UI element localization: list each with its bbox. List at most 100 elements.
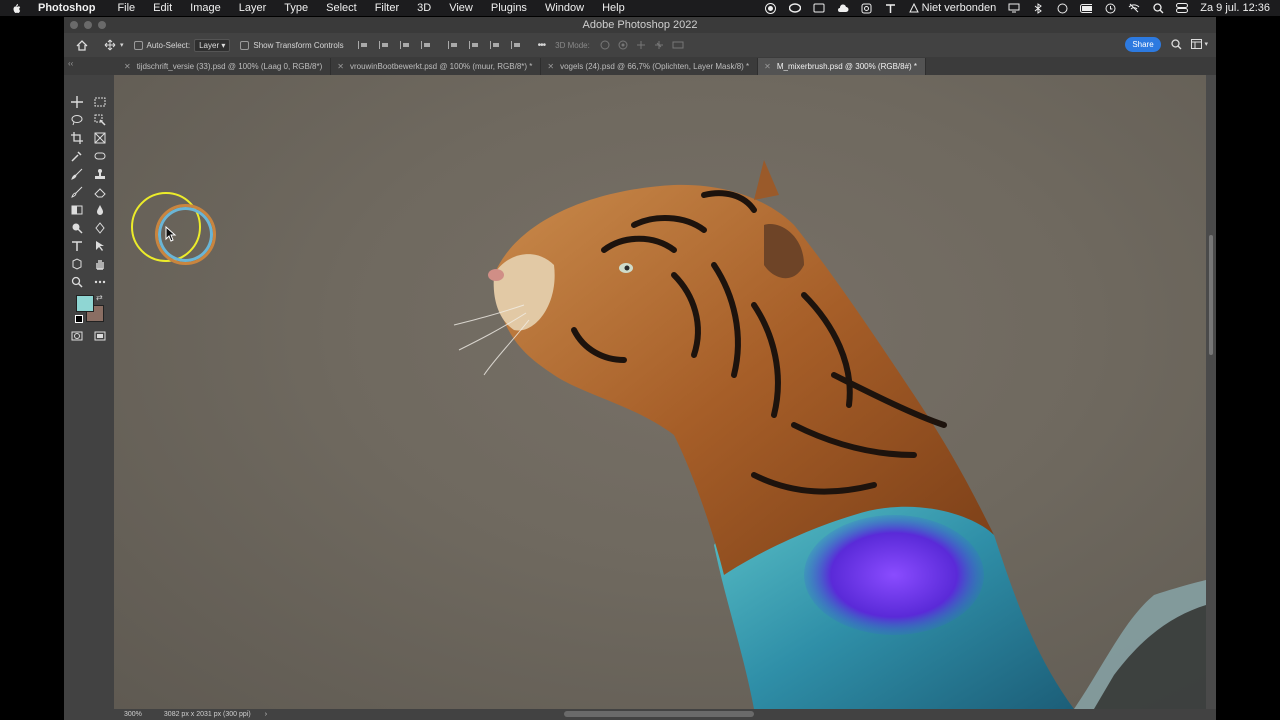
- tab-vogels[interactable]: ✕ vogels (24).psd @ 66,7% (Oplichten, La…: [541, 58, 759, 75]
- wifi-off-icon[interactable]: [1128, 2, 1140, 14]
- blur-tool-icon[interactable]: [93, 203, 107, 217]
- 3d-roll-icon[interactable]: [618, 40, 628, 50]
- 3d-camera-icon[interactable]: [672, 40, 684, 50]
- minimize-window-button[interactable]: [84, 21, 92, 29]
- lasso-tool-icon[interactable]: [70, 113, 84, 127]
- align-left-icon[interactable]: [357, 41, 369, 49]
- battery-icon[interactable]: [1080, 2, 1093, 14]
- workspace-icon: [1191, 39, 1203, 49]
- zoom-window-button[interactable]: [98, 21, 106, 29]
- distribute-vertical-icon[interactable]: [510, 41, 522, 49]
- horizontal-scrollbar[interactable]: [564, 711, 754, 717]
- 3d-slide-icon[interactable]: [654, 40, 664, 50]
- screen-mode-icon[interactable]: [93, 329, 107, 343]
- history-brush-tool-icon[interactable]: [70, 185, 84, 199]
- 3d-pan-icon[interactable]: [636, 40, 646, 50]
- menu-select[interactable]: Select: [326, 2, 357, 14]
- eyedropper-tool-icon[interactable]: [70, 149, 84, 163]
- auto-select-dropdown[interactable]: Layer ▾: [194, 38, 231, 52]
- path-selection-tool-icon[interactable]: [93, 239, 107, 253]
- align-top-icon[interactable]: [447, 41, 459, 49]
- more-options-button[interactable]: •••: [538, 40, 546, 51]
- marquee-tool-icon[interactable]: [93, 95, 107, 109]
- menubar-clock[interactable]: Za 9 jul. 12:36: [1200, 2, 1270, 14]
- creative-cloud-icon[interactable]: [788, 2, 801, 14]
- gradient-tool-icon[interactable]: [70, 203, 84, 217]
- menu-3d[interactable]: 3D: [417, 2, 431, 14]
- menu-layer[interactable]: Layer: [239, 2, 267, 14]
- hand-tool-icon[interactable]: [93, 257, 107, 271]
- type-tool-icon[interactable]: [885, 2, 897, 14]
- shape-tool-icon[interactable]: [70, 257, 84, 271]
- camera-icon[interactable]: [861, 2, 873, 14]
- document-canvas[interactable]: [114, 75, 1206, 709]
- distribute-icon[interactable]: [420, 41, 432, 49]
- menu-help[interactable]: Help: [602, 2, 625, 14]
- search-icon[interactable]: [1171, 39, 1182, 52]
- window-titlebar: Adobe Photoshop 2022: [64, 17, 1216, 33]
- zoom-level[interactable]: 300%: [124, 711, 142, 718]
- brush-tool-icon[interactable]: [70, 167, 84, 181]
- info-icon[interactable]: [1056, 2, 1068, 14]
- record-icon[interactable]: [765, 2, 777, 14]
- time-machine-icon[interactable]: [1104, 2, 1116, 14]
- tab-mixerbrush[interactable]: ✕ M_mixerbrush.psd @ 300% (RGB/8#) *: [758, 58, 927, 75]
- collapse-panel-icon[interactable]: ‹‹: [64, 58, 118, 75]
- close-tab-icon[interactable]: ✕: [337, 58, 344, 75]
- move-tool-preset[interactable]: ▾: [104, 39, 124, 51]
- close-tab-icon[interactable]: ✕: [764, 58, 771, 75]
- object-selection-tool-icon[interactable]: [93, 113, 107, 127]
- frame-tool-icon[interactable]: [93, 131, 107, 145]
- auto-select-checkbox[interactable]: [133, 40, 143, 50]
- control-center-icon[interactable]: [1176, 2, 1189, 14]
- spot-healing-tool-icon[interactable]: [93, 149, 107, 163]
- align-center-icon[interactable]: [378, 41, 390, 49]
- workspace-switcher[interactable]: ▾: [1191, 39, 1208, 49]
- pen-tool-icon[interactable]: [93, 221, 107, 235]
- menu-window[interactable]: Window: [545, 2, 584, 14]
- cloud-icon[interactable]: [837, 2, 849, 14]
- align-right-icon[interactable]: [399, 41, 411, 49]
- close-tab-icon[interactable]: ✕: [124, 58, 131, 75]
- menu-view[interactable]: View: [449, 2, 473, 14]
- home-button[interactable]: [76, 39, 88, 51]
- display-icon[interactable]: [1008, 2, 1020, 14]
- menu-type[interactable]: Type: [284, 2, 308, 14]
- crop-tool-icon[interactable]: [70, 131, 84, 145]
- show-transform-checkbox[interactable]: [240, 40, 250, 50]
- zoom-tool-icon[interactable]: [70, 275, 84, 289]
- clone-stamp-tool-icon[interactable]: [93, 167, 107, 181]
- menu-filter[interactable]: Filter: [375, 2, 399, 14]
- menu-file[interactable]: File: [117, 2, 135, 14]
- quick-mask-icon[interactable]: [70, 329, 84, 343]
- status-info-arrow[interactable]: ›: [265, 711, 267, 718]
- share-button[interactable]: Share: [1125, 37, 1161, 52]
- default-colors-icon[interactable]: [75, 315, 83, 323]
- tab-vrouwinboot[interactable]: ✕ vrouwinBootbewerkt.psd @ 100% (muur, R…: [331, 58, 542, 75]
- close-tab-icon[interactable]: ✕: [547, 58, 554, 75]
- menu-image[interactable]: Image: [190, 2, 221, 14]
- more-tools-icon[interactable]: [93, 275, 107, 289]
- align-middle-icon[interactable]: [468, 41, 480, 49]
- move-tool-icon[interactable]: [70, 95, 84, 109]
- menu-plugins[interactable]: Plugins: [491, 2, 527, 14]
- eraser-tool-icon[interactable]: [93, 185, 107, 199]
- align-bottom-icon[interactable]: [489, 41, 501, 49]
- apple-menu-icon[interactable]: [8, 0, 24, 16]
- menu-edit[interactable]: Edit: [153, 2, 172, 14]
- type-tool-icon[interactable]: [70, 239, 84, 253]
- vertical-scroll-thumb[interactable]: [1209, 235, 1213, 355]
- dodge-tool-icon[interactable]: [70, 221, 84, 235]
- foreground-color-swatch[interactable]: [76, 295, 94, 312]
- spotlight-search-icon[interactable]: [1152, 2, 1164, 14]
- app-switch-icon[interactable]: [813, 2, 825, 14]
- 3d-orbit-icon[interactable]: [600, 40, 610, 50]
- vertical-scrollbar[interactable]: [1206, 75, 1216, 709]
- swap-colors-icon[interactable]: ⇄: [96, 293, 103, 302]
- network-status[interactable]: Niet verbonden: [908, 2, 996, 14]
- move-icon: [104, 39, 116, 51]
- close-window-button[interactable]: [70, 21, 78, 29]
- tab-tijdschrift[interactable]: ✕ tijdschrift_versie (33).psd @ 100% (La…: [118, 58, 332, 75]
- bluetooth-icon[interactable]: [1032, 2, 1044, 14]
- app-menu-photoshop[interactable]: Photoshop: [38, 2, 95, 14]
